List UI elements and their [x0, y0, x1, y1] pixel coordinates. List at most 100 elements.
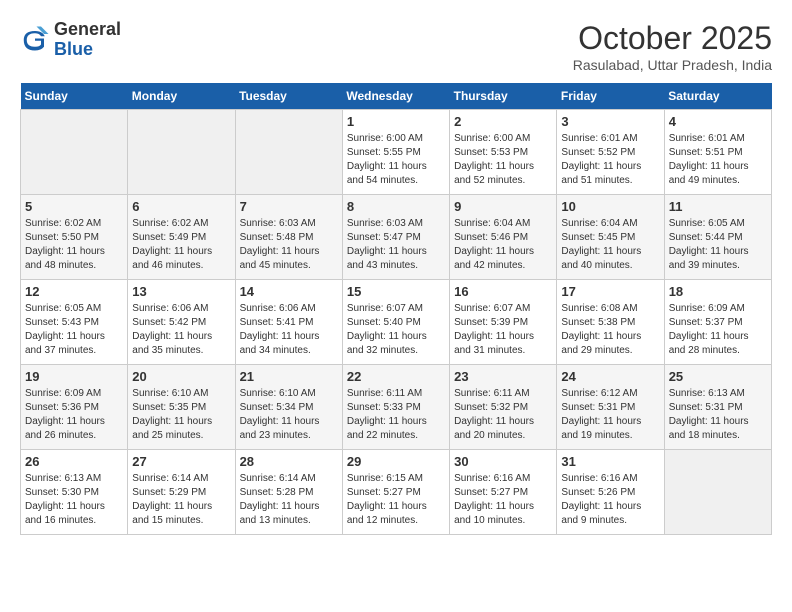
weekday-header-friday: Friday — [557, 83, 664, 110]
calendar-cell: 21 Sunrise: 6:10 AM Sunset: 5:34 PM Dayli… — [235, 365, 342, 450]
day-number: 12 — [25, 284, 123, 299]
day-number: 17 — [561, 284, 659, 299]
weekday-header-row: SundayMondayTuesdayWednesdayThursdayFrid… — [21, 83, 772, 110]
day-info: Sunrise: 6:01 AM Sunset: 5:52 PM Dayligh… — [561, 132, 659, 188]
calendar-cell: 30Sunrise: 6:16 AM Sunset: 5:27 PM Dayli… — [450, 450, 557, 535]
day-info: Sunrise: 6:14 AM Sunset: 5:28 PM Dayligh… — [240, 472, 338, 528]
calendar-cell: 20 Sunrise: 6:10 AM Sunset: 5:35 PM Dayli… — [128, 365, 235, 450]
logo: General Blue — [20, 20, 121, 60]
calendar-cell: 23Sunrise: 6:11 AM Sunset: 5:32 PM Dayli… — [450, 365, 557, 450]
day-number: 5 — [25, 199, 123, 214]
day-number: 29 — [347, 454, 445, 469]
week-row-1: 1Sunrise: 6:00 AM Sunset: 5:55 PM Daylig… — [21, 110, 772, 195]
calendar-cell: 12Sunrise: 6:05 AM Sunset: 5:43 PM Dayli… — [21, 280, 128, 365]
week-row-2: 5 Sunrise: 6:02 AM Sunset: 5:50 PM Daylig… — [21, 195, 772, 280]
weekday-header-wednesday: Wednesday — [342, 83, 449, 110]
logo-icon — [20, 25, 50, 55]
day-info: Sunrise: 6:07 AM Sunset: 5:40 PM Dayligh… — [347, 302, 445, 358]
calendar-cell: 9 Sunrise: 6:04 AM Sunset: 5:46 PM Daylig… — [450, 195, 557, 280]
calendar-cell: 5 Sunrise: 6:02 AM Sunset: 5:50 PM Daylig… — [21, 195, 128, 280]
day-number: 7 — [240, 199, 338, 214]
day-info: Sunrise: 6:14 AM Sunset: 5:29 PM Dayligh… — [132, 472, 230, 528]
weekday-header-sunday: Sunday — [21, 83, 128, 110]
calendar-cell — [235, 110, 342, 195]
weekday-header-monday: Monday — [128, 83, 235, 110]
week-row-4: 19 Sunrise: 6:09 AM Sunset: 5:36 PM Dayli… — [21, 365, 772, 450]
day-number: 23 — [454, 369, 552, 384]
day-number: 18 — [669, 284, 767, 299]
day-number: 26 — [25, 454, 123, 469]
day-info: Sunrise: 6:10 AM Sunset: 5:35 PM Dayligh… — [132, 387, 230, 443]
day-number: 19 — [25, 369, 123, 384]
day-number: 25 — [669, 369, 767, 384]
day-number: 8 — [347, 199, 445, 214]
day-number: 22 — [347, 369, 445, 384]
day-info: Sunrise: 6:03 AM Sunset: 5:48 PM Dayligh… — [240, 217, 338, 273]
calendar-cell: 1Sunrise: 6:00 AM Sunset: 5:55 PM Daylig… — [342, 110, 449, 195]
day-number: 4 — [669, 114, 767, 129]
logo-general: General — [54, 20, 121, 40]
day-number: 14 — [240, 284, 338, 299]
month-title: October 2025 — [573, 20, 772, 57]
calendar-cell: 25Sunrise: 6:13 AM Sunset: 5:31 PM Dayli… — [664, 365, 771, 450]
calendar-cell: 7 Sunrise: 6:03 AM Sunset: 5:48 PM Daylig… — [235, 195, 342, 280]
calendar-cell: 22 Sunrise: 6:11 AM Sunset: 5:33 PM Dayli… — [342, 365, 449, 450]
day-number: 3 — [561, 114, 659, 129]
day-number: 30 — [454, 454, 552, 469]
logo-blue: Blue — [54, 40, 121, 60]
day-number: 21 — [240, 369, 338, 384]
calendar-cell: 15Sunrise: 6:07 AM Sunset: 5:40 PM Dayli… — [342, 280, 449, 365]
day-info: Sunrise: 6:05 AM Sunset: 5:44 PM Dayligh… — [669, 217, 767, 273]
day-number: 16 — [454, 284, 552, 299]
calendar-cell: 10 Sunrise: 6:04 AM Sunset: 5:45 PM Dayli… — [557, 195, 664, 280]
calendar-cell: 8 Sunrise: 6:03 AM Sunset: 5:47 PM Daylig… — [342, 195, 449, 280]
day-number: 10 — [561, 199, 659, 214]
week-row-3: 12Sunrise: 6:05 AM Sunset: 5:43 PM Dayli… — [21, 280, 772, 365]
day-number: 11 — [669, 199, 767, 214]
week-row-5: 26 Sunrise: 6:13 AM Sunset: 5:30 PM Dayli… — [21, 450, 772, 535]
logo-text: General Blue — [54, 20, 121, 60]
day-number: 27 — [132, 454, 230, 469]
day-info: Sunrise: 6:01 AM Sunset: 5:51 PM Dayligh… — [669, 132, 767, 188]
day-number: 1 — [347, 114, 445, 129]
calendar-cell: 4 Sunrise: 6:01 AM Sunset: 5:51 PM Daylig… — [664, 110, 771, 195]
day-info: Sunrise: 6:06 AM Sunset: 5:42 PM Dayligh… — [132, 302, 230, 358]
calendar-cell: 24 Sunrise: 6:12 AM Sunset: 5:31 PM Dayli… — [557, 365, 664, 450]
day-info: Sunrise: 6:10 AM Sunset: 5:34 PM Dayligh… — [240, 387, 338, 443]
calendar-cell: 2Sunrise: 6:00 AM Sunset: 5:53 PM Daylig… — [450, 110, 557, 195]
day-info: Sunrise: 6:11 AM Sunset: 5:33 PM Dayligh… — [347, 387, 445, 443]
day-number: 28 — [240, 454, 338, 469]
calendar-cell: 13Sunrise: 6:06 AM Sunset: 5:42 PM Dayli… — [128, 280, 235, 365]
day-info: Sunrise: 6:04 AM Sunset: 5:45 PM Dayligh… — [561, 217, 659, 273]
day-info: Sunrise: 6:08 AM Sunset: 5:38 PM Dayligh… — [561, 302, 659, 358]
calendar-cell: 17 Sunrise: 6:08 AM Sunset: 5:38 PM Dayli… — [557, 280, 664, 365]
calendar-table: SundayMondayTuesdayWednesdayThursdayFrid… — [20, 83, 772, 535]
day-number: 24 — [561, 369, 659, 384]
day-number: 6 — [132, 199, 230, 214]
day-number: 2 — [454, 114, 552, 129]
day-info: Sunrise: 6:02 AM Sunset: 5:50 PM Dayligh… — [25, 217, 123, 273]
calendar-cell: 31 Sunrise: 6:16 AM Sunset: 5:26 PM Dayli… — [557, 450, 664, 535]
calendar-cell: 27 Sunrise: 6:14 AM Sunset: 5:29 PM Dayli… — [128, 450, 235, 535]
day-info: Sunrise: 6:12 AM Sunset: 5:31 PM Dayligh… — [561, 387, 659, 443]
day-number: 9 — [454, 199, 552, 214]
day-number: 31 — [561, 454, 659, 469]
day-info: Sunrise: 6:09 AM Sunset: 5:36 PM Dayligh… — [25, 387, 123, 443]
page-header: General Blue October 2025 Rasulabad, Utt… — [20, 20, 772, 73]
calendar-cell: 28 Sunrise: 6:14 AM Sunset: 5:28 PM Dayli… — [235, 450, 342, 535]
location: Rasulabad, Uttar Pradesh, India — [573, 57, 772, 73]
calendar-cell: 26 Sunrise: 6:13 AM Sunset: 5:30 PM Dayli… — [21, 450, 128, 535]
weekday-header-thursday: Thursday — [450, 83, 557, 110]
day-info: Sunrise: 6:13 AM Sunset: 5:30 PM Dayligh… — [25, 472, 123, 528]
day-info: Sunrise: 6:16 AM Sunset: 5:26 PM Dayligh… — [561, 472, 659, 528]
day-info: Sunrise: 6:04 AM Sunset: 5:46 PM Dayligh… — [454, 217, 552, 273]
title-section: October 2025 Rasulabad, Uttar Pradesh, I… — [573, 20, 772, 73]
day-info: Sunrise: 6:09 AM Sunset: 5:37 PM Dayligh… — [669, 302, 767, 358]
calendar-cell: 18 Sunrise: 6:09 AM Sunset: 5:37 PM Dayli… — [664, 280, 771, 365]
calendar-cell: 14Sunrise: 6:06 AM Sunset: 5:41 PM Dayli… — [235, 280, 342, 365]
calendar-cell: 6Sunrise: 6:02 AM Sunset: 5:49 PM Daylig… — [128, 195, 235, 280]
calendar-cell: 11 Sunrise: 6:05 AM Sunset: 5:44 PM Dayli… — [664, 195, 771, 280]
weekday-header-tuesday: Tuesday — [235, 83, 342, 110]
day-number: 20 — [132, 369, 230, 384]
day-info: Sunrise: 6:03 AM Sunset: 5:47 PM Dayligh… — [347, 217, 445, 273]
